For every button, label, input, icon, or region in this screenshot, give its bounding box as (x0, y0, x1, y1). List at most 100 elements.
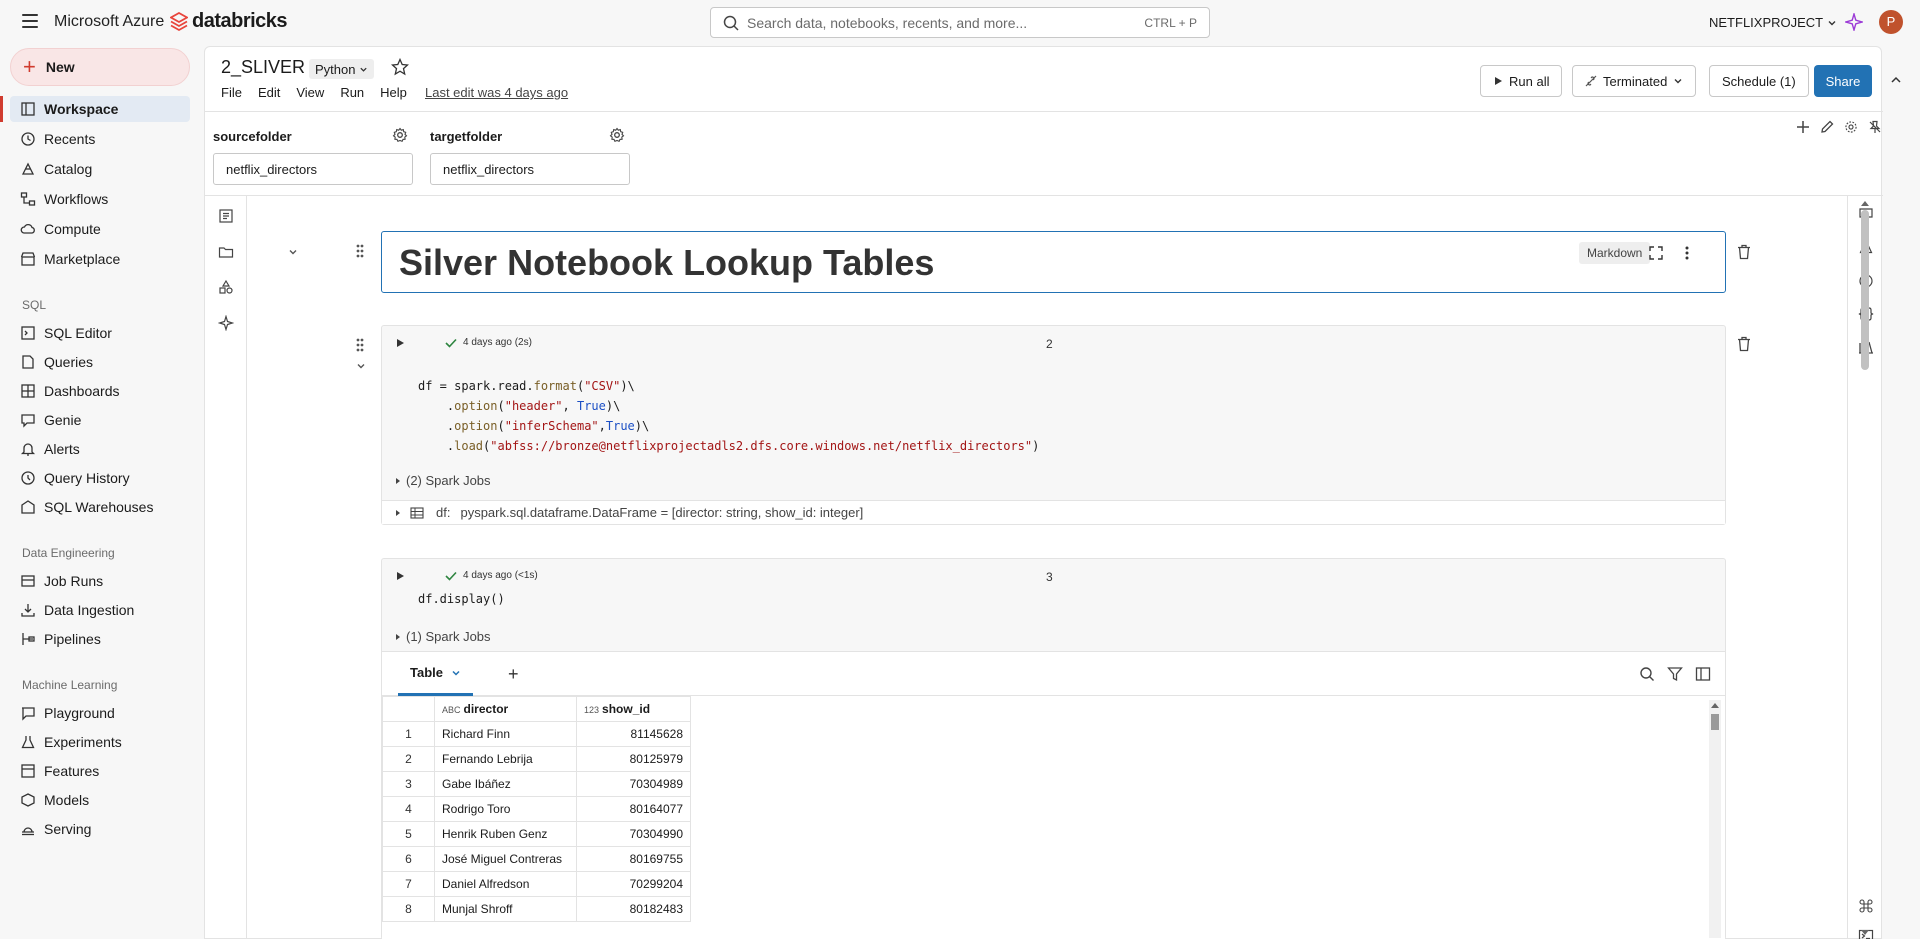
add-visualization-button[interactable]: + (508, 664, 519, 685)
language-selector[interactable]: Python (309, 59, 375, 79)
assistant-icon[interactable] (218, 315, 234, 331)
cell-director[interactable]: Henrik Ruben Genz (434, 821, 577, 847)
schedule-button[interactable]: Schedule (1) (1709, 65, 1809, 97)
sidebar-item-queries[interactable]: Queries (10, 349, 190, 375)
cell-show-id[interactable]: 70304990 (576, 821, 691, 847)
filter-icon[interactable] (1667, 666, 1683, 682)
sidebar-item-workspace[interactable]: Workspace (0, 96, 190, 122)
column-header-director[interactable]: ABC director (434, 696, 577, 722)
sidebar-item-query-history[interactable]: Query History (10, 465, 190, 491)
scroll-up-icon[interactable] (1711, 702, 1719, 708)
table-of-contents-icon[interactable] (218, 208, 234, 224)
scroll-up-icon[interactable] (1861, 200, 1869, 206)
sidebar-item-sql-editor[interactable]: SQL Editor (10, 320, 190, 346)
gear-icon[interactable] (609, 127, 625, 143)
global-search[interactable]: CTRL + P (710, 7, 1210, 38)
sidebar-panel-icon[interactable] (1695, 666, 1711, 682)
cell-director[interactable]: Fernando Lebrija (434, 746, 577, 772)
assistant-sparkle-icon[interactable] (1845, 13, 1863, 31)
cell-show-id[interactable]: 80169755 (576, 846, 691, 872)
collapse-chevron-icon[interactable] (355, 360, 367, 372)
cell-director[interactable]: José Miguel Contreras (434, 846, 577, 872)
run-all-button[interactable]: Run all (1480, 65, 1563, 97)
cell-director[interactable]: Richard Finn (434, 721, 577, 747)
menu-view[interactable]: View (296, 85, 324, 100)
tab-table[interactable]: Table (398, 652, 473, 696)
gear-icon[interactable] (392, 127, 408, 143)
chevron-up-icon[interactable] (1890, 74, 1902, 86)
fullscreen-icon[interactable] (1648, 245, 1664, 261)
sidebar-item-workflows[interactable]: Workflows (10, 186, 190, 212)
drag-handle-icon[interactable] (355, 243, 365, 259)
menu-run[interactable]: Run (340, 85, 364, 100)
scrollbar-thumb[interactable] (1711, 714, 1719, 730)
sidebar-item-job-runs[interactable]: Job Runs (10, 568, 190, 594)
menu-file[interactable]: File (221, 85, 242, 100)
more-vertical-icon[interactable] (1679, 245, 1695, 261)
sidebar-item-pipelines[interactable]: Pipelines (10, 626, 190, 652)
sidebar-item-genie[interactable]: Genie (10, 407, 190, 433)
cell-show-id[interactable]: 80182483 (576, 896, 691, 922)
sidebar-item-sql-warehouses[interactable]: SQL Warehouses (10, 494, 190, 520)
trash-icon[interactable] (1737, 336, 1751, 352)
spark-jobs-toggle[interactable]: (2) Spark Jobs (394, 473, 491, 488)
workspace-selector[interactable]: NETFLIXPROJECT (1709, 15, 1837, 30)
cell-show-id[interactable]: 70304989 (576, 771, 691, 797)
sidebar-item-compute[interactable]: Compute (10, 216, 190, 242)
sidebar-item-playground[interactable]: Playground (10, 700, 190, 726)
compute-status-button[interactable]: Terminated (1572, 65, 1697, 97)
targetfolder-input[interactable] (430, 153, 630, 185)
run-cell-icon[interactable] (395, 338, 405, 348)
cell-director[interactable]: Rodrigo Toro (434, 796, 577, 822)
add-icon[interactable] (1796, 120, 1810, 134)
star-icon[interactable] (391, 58, 409, 76)
code-editor[interactable]: df.display() (418, 589, 505, 609)
column-header-show-id[interactable]: 123 show_id (576, 696, 691, 722)
cell-show-id[interactable]: 80125979 (576, 746, 691, 772)
folder-icon[interactable] (218, 244, 234, 260)
sidebar-item-data-ingestion[interactable]: Data Ingestion (10, 597, 190, 623)
sidebar-item-features[interactable]: Features (10, 758, 190, 784)
cell-show-id[interactable]: 81145628 (576, 721, 691, 747)
scrollbar-thumb[interactable] (1861, 210, 1869, 370)
sidebar-item-recents[interactable]: Recents (10, 126, 190, 152)
code-editor[interactable]: df = spark.read.format("CSV")\ .option("… (418, 376, 1039, 456)
code-cell-3[interactable]: 4 days ago (<1s) 3 df.display() (1) Spar… (381, 558, 1726, 939)
sidebar-item-experiments[interactable]: Experiments (10, 729, 190, 755)
cell-director[interactable]: Gabe Ibáñez (434, 771, 577, 797)
drag-handle-icon[interactable] (355, 337, 365, 353)
sidebar-item-serving[interactable]: Serving (10, 816, 190, 842)
search-icon[interactable] (1639, 666, 1655, 682)
new-button[interactable]: + New (10, 48, 190, 86)
spark-jobs-toggle[interactable]: (1) Spark Jobs (394, 629, 491, 644)
cell-type-badge[interactable]: Markdown (1579, 242, 1651, 264)
menu-help[interactable]: Help (380, 85, 407, 100)
trash-icon[interactable] (1737, 244, 1751, 260)
collapse-chevron-icon[interactable] (287, 246, 299, 258)
sidebar-item-marketplace[interactable]: Marketplace (10, 246, 190, 272)
catalog-icon[interactable] (218, 279, 234, 295)
gear-icon[interactable] (1844, 120, 1858, 134)
run-cell-icon[interactable] (395, 571, 405, 581)
menu-icon[interactable] (22, 14, 38, 28)
pin-icon[interactable] (1868, 120, 1882, 134)
pencil-icon[interactable] (1820, 120, 1834, 134)
menu-edit[interactable]: Edit (258, 85, 280, 100)
scroll-down-icon[interactable] (1861, 930, 1869, 936)
sidebar-item-catalog[interactable]: Catalog (10, 156, 190, 182)
notebook-title[interactable]: 2_SLIVER (221, 57, 305, 78)
table-scrollbar[interactable] (1709, 700, 1721, 938)
cell-show-id[interactable]: 80164077 (576, 796, 691, 822)
cell-director[interactable]: Daniel Alfredson (434, 871, 577, 897)
code-cell-2[interactable]: 4 days ago (2s) 2 df = spark.read.format… (381, 325, 1726, 525)
cell-show-id[interactable]: 70299204 (576, 871, 691, 897)
sidebar-item-models[interactable]: Models (10, 787, 190, 813)
search-input[interactable] (747, 13, 1107, 33)
dataframe-schema-row[interactable]: df: pyspark.sql.dataframe.DataFrame = [d… (382, 500, 1725, 524)
last-edit-link[interactable]: Last edit was 4 days ago (425, 85, 568, 100)
cell-director[interactable]: Munjal Shroff (434, 896, 577, 922)
sourcefolder-input[interactable] (213, 153, 413, 185)
sidebar-item-alerts[interactable]: Alerts (10, 436, 190, 462)
avatar[interactable]: P (1879, 10, 1903, 34)
notebook-scrollbar[interactable] (1859, 200, 1871, 936)
